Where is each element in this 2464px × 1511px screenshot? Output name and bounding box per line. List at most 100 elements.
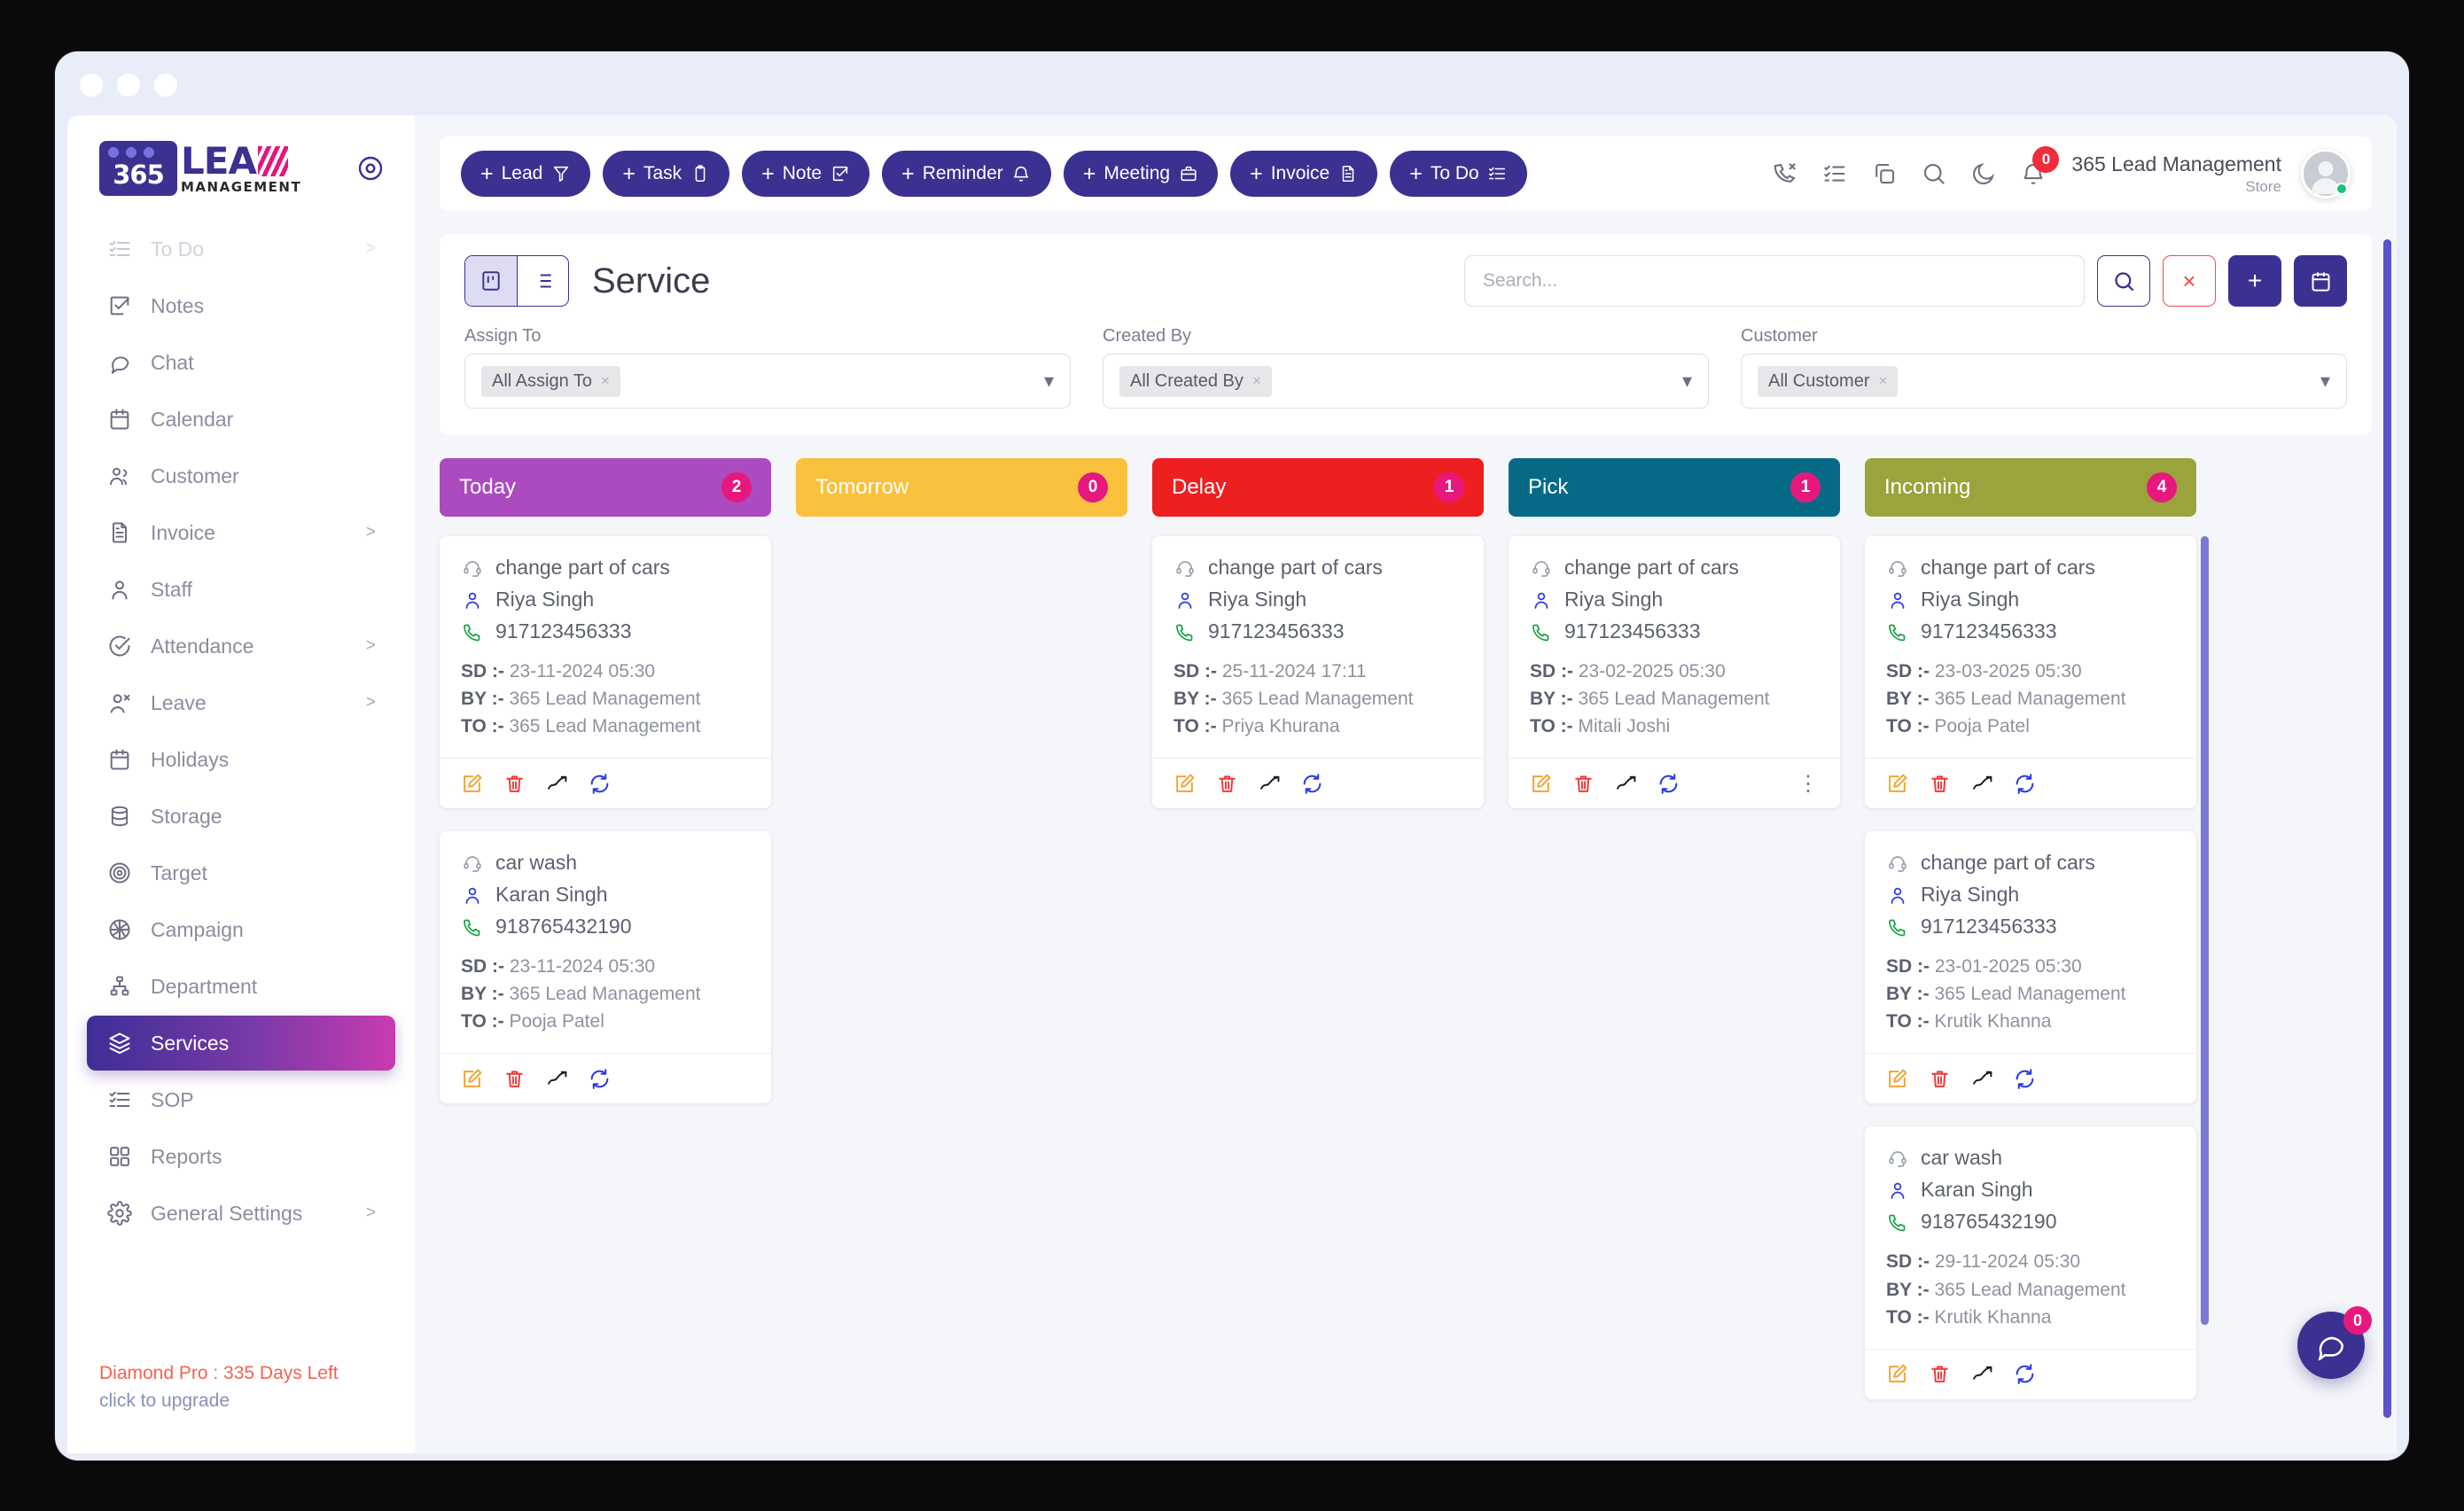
chip-remove-icon[interactable]: ×	[1252, 372, 1261, 390]
add-to-do-button[interactable]: + To Do	[1390, 151, 1527, 197]
more-options-icon[interactable]: ⋮	[1796, 771, 1821, 796]
trend-icon[interactable]	[544, 1066, 569, 1091]
search-input[interactable]	[1464, 255, 2085, 307]
filter-chip[interactable]: All Assign To ×	[481, 365, 620, 397]
delete-icon[interactable]	[1927, 771, 1952, 796]
window-dot-close[interactable]	[80, 74, 103, 97]
service-card[interactable]: change part of cars Riya Singh 91712345633…	[1865, 831, 2196, 1104]
sidebar-item-department[interactable]: Department	[87, 959, 395, 1014]
delete-icon[interactable]	[1214, 771, 1239, 796]
add-service-button[interactable]: +	[2228, 255, 2281, 307]
edit-icon[interactable]	[1528, 771, 1553, 796]
service-card[interactable]: change part of cars Riya Singh 91712345633…	[1865, 536, 2196, 809]
trend-icon[interactable]	[1969, 1066, 1994, 1091]
delete-icon[interactable]	[502, 771, 526, 796]
sync-icon[interactable]	[587, 771, 612, 796]
card-phone-row[interactable]: 917123456333	[1174, 619, 1462, 643]
sidebar-settings-target-icon[interactable]	[356, 154, 385, 183]
chip-remove-icon[interactable]: ×	[1878, 372, 1887, 390]
service-card[interactable]: car wash Karan Singh 918765432190 SD :- 29-…	[1865, 1126, 2196, 1399]
sidebar-item-storage[interactable]: Storage	[87, 789, 395, 844]
sidebar-item-customer[interactable]: Customer	[87, 448, 395, 503]
add-meeting-button[interactable]: + Meeting	[1063, 151, 1219, 197]
trend-icon[interactable]	[1969, 771, 1994, 796]
sidebar-logo[interactable]: 365 LEA MANAGEMENT	[67, 115, 415, 222]
sync-icon[interactable]	[2012, 771, 2037, 796]
page-scrollbar[interactable]	[2383, 239, 2391, 1418]
delete-icon[interactable]	[1927, 1066, 1952, 1091]
copy-icon[interactable]	[1869, 159, 1899, 189]
chip-remove-icon[interactable]: ×	[601, 372, 610, 390]
service-card[interactable]: change part of cars Riya Singh 91712345633…	[1509, 536, 1840, 809]
column-scrollbar[interactable]	[2201, 536, 2209, 1325]
sidebar-item-target[interactable]: Target	[87, 845, 395, 900]
search-icon[interactable]	[1919, 159, 1949, 189]
avatar[interactable]	[2301, 149, 2351, 199]
window-dot-maximize[interactable]	[154, 74, 177, 97]
trend-icon[interactable]	[1613, 771, 1638, 796]
window-dot-minimize[interactable]	[117, 74, 140, 97]
upgrade-link[interactable]: click to upgrade	[99, 1388, 383, 1414]
card-phone-row[interactable]: 917123456333	[1530, 619, 1819, 643]
sidebar-item-notes[interactable]: Notes	[87, 278, 395, 333]
sidebar-item-calendar[interactable]: Calendar	[87, 392, 395, 447]
sync-icon[interactable]	[2012, 1362, 2037, 1387]
sidebar-item-leave[interactable]: Leave >	[87, 675, 395, 730]
sidebar-item-sop[interactable]: SOP	[87, 1072, 395, 1127]
search-button[interactable]	[2097, 255, 2150, 307]
add-task-button[interactable]: + Task	[603, 151, 730, 197]
moon-icon[interactable]	[1969, 159, 1999, 189]
edit-icon[interactable]	[1172, 771, 1197, 796]
sidebar-item-campaign[interactable]: Campaign	[87, 902, 395, 957]
add-reminder-button[interactable]: + Reminder	[882, 151, 1051, 197]
todo-icon[interactable]	[1820, 159, 1850, 189]
clear-filters-button[interactable]: ×	[2163, 255, 2216, 307]
calendar-button[interactable]	[2294, 255, 2347, 307]
add-invoice-button[interactable]: + Invoice	[1230, 151, 1378, 197]
add-note-button[interactable]: + Note	[742, 151, 870, 197]
trend-icon[interactable]	[544, 771, 569, 796]
card-phone-row[interactable]: 917123456333	[1886, 619, 2175, 643]
card-phone-row[interactable]: 918765432190	[461, 915, 750, 939]
filter-select[interactable]: All Customer × ▾	[1741, 354, 2347, 409]
sidebar-item-to-do[interactable]: To Do >	[87, 222, 395, 276]
upgrade-banner[interactable]: Diamond Pro : 335 Days Left click to upg…	[67, 1360, 415, 1453]
sync-icon[interactable]	[2012, 1066, 2037, 1091]
sidebar-item-general-settings[interactable]: General Settings >	[87, 1186, 395, 1241]
missed-call-icon[interactable]	[1770, 159, 1800, 189]
list-view-icon[interactable]	[517, 256, 568, 306]
service-card[interactable]: car wash Karan Singh 918765432190 SD :- 23-…	[440, 831, 771, 1104]
card-phone-row[interactable]: 918765432190	[1886, 1210, 2175, 1234]
service-card[interactable]: change part of cars Riya Singh 91712345633…	[440, 536, 771, 809]
delete-icon[interactable]	[1571, 771, 1595, 796]
filter-select[interactable]: All Assign To × ▾	[464, 354, 1071, 409]
card-phone-row[interactable]: 917123456333	[1886, 915, 2175, 939]
filter-chip[interactable]: All Customer ×	[1758, 365, 1899, 397]
bell-icon[interactable]: 0	[2018, 146, 2060, 189]
chevron-down-icon[interactable]: ▾	[1682, 370, 1692, 393]
sync-icon[interactable]	[1656, 771, 1680, 796]
delete-icon[interactable]	[502, 1066, 526, 1091]
edit-icon[interactable]	[1884, 1362, 1909, 1387]
edit-icon[interactable]	[459, 1066, 484, 1091]
trend-icon[interactable]	[1969, 1362, 1994, 1387]
sidebar-item-invoice[interactable]: Invoice >	[87, 505, 395, 560]
sidebar-item-reports[interactable]: Reports	[87, 1129, 395, 1184]
sync-icon[interactable]	[1299, 771, 1324, 796]
add-lead-button[interactable]: + Lead	[461, 151, 591, 197]
delete-icon[interactable]	[1927, 1362, 1952, 1387]
sidebar-item-staff[interactable]: Staff	[87, 562, 395, 617]
service-card[interactable]: change part of cars Riya Singh 91712345633…	[1152, 536, 1484, 809]
kanban-view-icon[interactable]	[465, 256, 517, 306]
edit-icon[interactable]	[1884, 1066, 1909, 1091]
edit-icon[interactable]	[459, 771, 484, 796]
sidebar-item-holidays[interactable]: Holidays	[87, 732, 395, 787]
chevron-down-icon[interactable]: ▾	[2320, 370, 2330, 393]
filter-select[interactable]: All Created By × ▾	[1103, 354, 1709, 409]
account-info[interactable]: 365 Lead Management Store	[2071, 152, 2281, 196]
edit-icon[interactable]	[1884, 771, 1909, 796]
card-phone-row[interactable]: 917123456333	[461, 619, 750, 643]
sync-icon[interactable]	[587, 1066, 612, 1091]
sidebar-item-services[interactable]: Services	[87, 1016, 395, 1071]
trend-icon[interactable]	[1257, 771, 1282, 796]
